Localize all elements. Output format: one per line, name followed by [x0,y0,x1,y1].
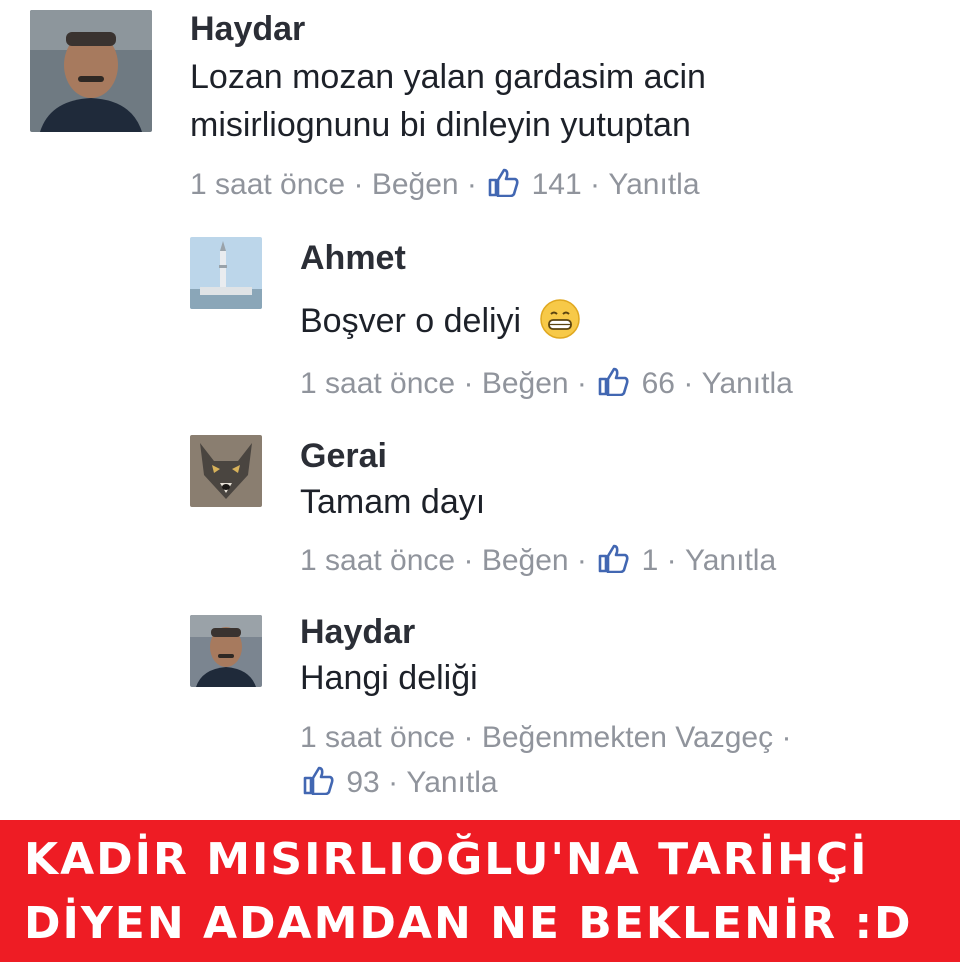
thumbs-up-icon[interactable] [302,765,334,796]
comment-text-body: Boşver o deliyi [300,302,522,340]
grinning-face-emoji-icon [539,299,580,339]
comment-author[interactable]: Gerai [300,437,387,476]
comment-time[interactable]: 1 saat önce [190,168,345,201]
caption-banner: KADİR MISIRLIOĞLU'NA TARİHÇİ DİYEN ADAMD… [0,820,960,962]
reply-link[interactable]: Yanıtla [702,367,793,400]
separator: · [463,544,474,578]
separator: · [576,367,587,401]
comment-meta: 1 saat önce · Beğen · 1 · Yanıtla [300,539,776,582]
like-link[interactable]: Beğen [372,168,459,201]
unlike-link[interactable]: Beğenmekten Vazgeç [482,721,773,754]
banner-line-1: KADİR MISIRLIOĞLU'NA TARİHÇİ [24,834,869,885]
comment-haydar-1: Haydar Lozan mozan yalan gardasim acin m… [0,0,960,215]
avatar[interactable] [190,615,262,687]
thumbs-up-icon[interactable] [487,167,519,198]
reply-link[interactable]: Yanıtla [406,766,497,799]
reply-link[interactable]: Yanıtla [608,168,699,201]
separator: · [463,367,474,401]
separator: · [388,766,399,800]
comment-author[interactable]: Ahmet [300,239,406,278]
thumbs-up-icon[interactable] [597,543,629,574]
separator: · [353,168,364,202]
separator: · [781,721,792,755]
comment-time[interactable]: 1 saat önce [300,367,455,400]
avatar[interactable] [190,435,262,507]
comment-text: Hangi deliği [300,659,478,697]
avatar[interactable] [30,10,152,132]
separator: · [576,544,587,578]
like-count: 66 [641,367,675,401]
comment-author[interactable]: Haydar [300,613,415,652]
like-link[interactable]: Beğen [482,367,569,400]
comment-haydar-2: Haydar Hangi deliği 1 saat önce · Beğenm… [0,595,960,820]
separator: · [666,544,677,578]
comment-time[interactable]: 1 saat önce [300,544,455,577]
comment-meta-line-2: 93 · Yanıtla [300,761,498,804]
comment-ahmet: Ahmet Boşver o deliyi 1 saat önce · Beğe… [0,215,960,415]
like-count: 1 [641,544,659,578]
like-count: 93 [346,766,380,800]
avatar[interactable] [190,237,262,309]
thumbs-up-icon[interactable] [597,366,629,397]
banner-line-2: DİYEN ADAMDAN NE BEKLENİR :D [24,898,913,949]
comment-text: Tamam dayı [300,483,486,521]
comment-meta: 1 saat önce · Beğen · 66 · Yanıtla [300,362,793,405]
comment-thread: Haydar Lozan mozan yalan gardasim acin m… [0,0,960,820]
comment-meta-line-1: 1 saat önce · Beğenmekten Vazgeç · [300,716,791,759]
separator: · [466,168,477,202]
reply-link[interactable]: Yanıtla [685,544,776,577]
separator: · [683,367,694,401]
comment-meta: 1 saat önce · Beğen · 141 · Yanıtla [190,163,700,206]
like-link[interactable]: Beğen [482,544,569,577]
comment-text: Boşver o deliyi [300,298,581,345]
comment-time[interactable]: 1 saat önce [300,721,455,754]
comment-author[interactable]: Haydar [190,10,305,49]
like-count: 141 [531,168,582,202]
separator: · [590,168,600,202]
separator: · [463,721,474,755]
comment-text-line-2: misirliognunu bi dinleyin yutuptan [190,106,691,144]
comment-gerai: Gerai Tamam dayı 1 saat önce · Beğen · 1… [0,415,960,595]
comment-text-line-1: Lozan mozan yalan gardasim acin [190,58,706,96]
